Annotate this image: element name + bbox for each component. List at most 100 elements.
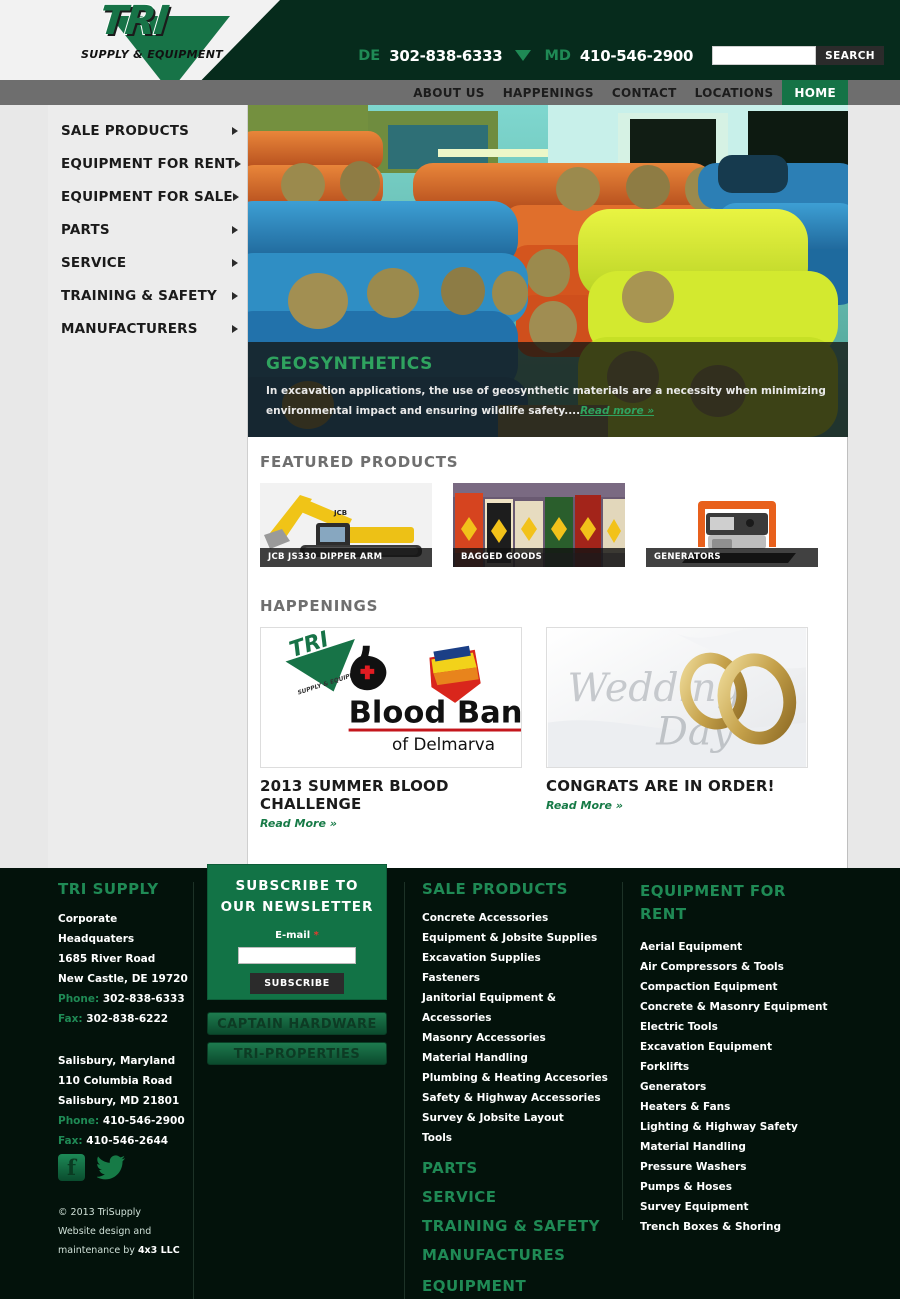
- search-button[interactable]: SEARCH: [816, 46, 884, 65]
- newsletter-email-input[interactable]: [238, 947, 356, 964]
- site-logo[interactable]: TRI SUPPLY & EQUIPMENT: [78, 0, 230, 80]
- footer-heading-sale-products: SALE PRODUCTS: [422, 880, 568, 898]
- captain-hardware-button[interactable]: CAPTAIN HARDWARE: [207, 1012, 387, 1035]
- footer-hq-address-1: 1685 River Road: [58, 953, 156, 965]
- footer-md-fax-value: 410-546-2644: [86, 1135, 169, 1147]
- sidebar-item-parts[interactable]: PARTS: [48, 213, 247, 246]
- sidebar-item-service[interactable]: SERVICE: [48, 246, 247, 279]
- footer-link-material-handling[interactable]: Material Handling: [422, 1048, 617, 1068]
- hero-description: In excavation applications, the use of g…: [266, 381, 830, 421]
- sidebar-item-manufacturers[interactable]: MANUFACTURERS: [48, 312, 247, 345]
- phone-state-de: DE: [358, 47, 381, 64]
- footer-heading-tri-supply: TRI SUPPLY: [58, 880, 159, 898]
- footer-link-fasteners[interactable]: Fasteners: [422, 968, 617, 988]
- footer-link-electric-tools[interactable]: Electric Tools: [640, 1017, 840, 1037]
- svg-text:JCB: JCB: [333, 509, 347, 517]
- footer-link-pumps-hoses[interactable]: Pumps & Hoses: [640, 1177, 840, 1197]
- facebook-icon[interactable]: f: [58, 1154, 85, 1181]
- footer-heading-training-safety[interactable]: TRAINING & SAFETY: [422, 1217, 617, 1235]
- chevron-right-icon: [232, 291, 238, 300]
- tri-properties-button[interactable]: TRI-PROPERTIES: [207, 1042, 387, 1065]
- happening-card-blood-challenge[interactable]: TRI SUPPLY & EQUIPMENT Blood Ban of Delm…: [260, 627, 522, 830]
- hero-banner[interactable]: GEOSYNTHETICS In excavation applications…: [248, 105, 848, 437]
- footer-hq-phone: Phone: 302-838-6333: [58, 989, 188, 1009]
- copyright-text: © 2013 TriSupply: [58, 1207, 142, 1218]
- footer-link-excavation-equipment[interactable]: Excavation Equipment: [640, 1037, 840, 1057]
- footer-link-compaction-equipment[interactable]: Compaction Equipment: [640, 977, 840, 997]
- footer-link-tools[interactable]: Tools: [422, 1128, 617, 1148]
- footer-link-trench-boxes-shoring[interactable]: Trench Boxes & Shoring: [640, 1217, 840, 1237]
- credit-company[interactable]: 4x3 LLC: [138, 1245, 180, 1256]
- site-header: TRI SUPPLY & EQUIPMENT DE 302-838-6333 M…: [0, 0, 900, 80]
- phone-number-de[interactable]: 302-838-6333: [389, 47, 503, 65]
- primary-nav: ABOUT US HAPPENINGS CONTACT LOCATIONS HO…: [0, 80, 900, 105]
- sidebar-item-training-and-safety[interactable]: TRAINING & SAFETY: [48, 279, 247, 312]
- footer-link-air-compressors-tools[interactable]: Air Compressors & Tools: [640, 957, 840, 977]
- footer-link-concrete-accessories[interactable]: Concrete Accessories: [422, 908, 617, 928]
- phone-number-md[interactable]: 410-546-2900: [580, 47, 694, 65]
- social-links: f: [58, 1154, 127, 1181]
- logo-tagline: SUPPLY & EQUIPMENT: [81, 48, 224, 61]
- footer-link-forklifts[interactable]: Forklifts: [640, 1057, 840, 1077]
- happening-read-more-link[interactable]: Read More »: [260, 817, 522, 830]
- footer-divider-3: [622, 882, 623, 1220]
- footer-divider-2: [404, 882, 405, 1299]
- footer-link-lighting-highway-safety[interactable]: Lighting & Highway Safety: [640, 1117, 840, 1137]
- nav-item-locations[interactable]: LOCATIONS: [686, 80, 783, 105]
- nav-item-home[interactable]: HOME: [782, 80, 848, 105]
- product-card-excavator[interactable]: JCB JCB JS330 DIPPER ARM: [260, 483, 432, 567]
- footer-md-phone-label: Phone:: [58, 1115, 100, 1127]
- happening-card-congrats[interactable]: Wedding Day CONGRATS ARE IN ORDER! Read …: [546, 627, 808, 830]
- footer-heading-parts[interactable]: PARTS: [422, 1159, 617, 1177]
- footer-hq-phone-value[interactable]: 302-838-6333: [103, 993, 185, 1005]
- happenings-title: HAPPENINGS: [260, 597, 379, 615]
- nav-item-happenings[interactable]: HAPPENINGS: [494, 80, 603, 105]
- happening-read-more-link[interactable]: Read More »: [546, 799, 808, 812]
- search-input[interactable]: [712, 46, 817, 65]
- sidebar-item-label: MANUFACTURERS: [61, 320, 198, 337]
- product-card-bagged-goods[interactable]: BAGGED GOODS: [453, 483, 625, 567]
- footer-heading-service[interactable]: SERVICE: [422, 1188, 617, 1206]
- footer-hq-address-2: New Castle, DE 19720: [58, 973, 188, 985]
- sidebar-item-label: SERVICE: [61, 254, 127, 271]
- footer-link-plumbing-heating[interactable]: Plumbing & Heating Accesories: [422, 1068, 617, 1088]
- nav-item-contact[interactable]: CONTACT: [603, 80, 686, 105]
- footer-link-generators[interactable]: Generators: [640, 1077, 840, 1097]
- footer-link-masonry-accessories[interactable]: Masonry Accessories: [422, 1028, 617, 1048]
- sidebar-item-label: SALE PRODUCTS: [61, 122, 190, 139]
- footer-md-phone-value[interactable]: 410-546-2900: [103, 1115, 185, 1127]
- footer-link-safety-highway[interactable]: Safety & Highway Accessories: [422, 1088, 617, 1108]
- footer-link-aerial-equipment[interactable]: Aerial Equipment: [640, 937, 840, 957]
- sidebar-item-sale-products[interactable]: SALE PRODUCTS: [48, 114, 247, 147]
- footer-hq-fax: Fax: 302-838-6222: [58, 1009, 188, 1029]
- happenings-list: TRI SUPPLY & EQUIPMENT Blood Ban of Delm…: [248, 627, 848, 830]
- page-gutter-left: [0, 105, 48, 868]
- triangle-divider-icon: [515, 50, 532, 61]
- footer-link-janitorial-equipment[interactable]: Janitorial Equipment & Accessories: [422, 988, 617, 1028]
- footer-link-equipment-jobsite-supplies[interactable]: Equipment & Jobsite Supplies: [422, 928, 617, 948]
- footer-link-survey-equipment[interactable]: Survey Equipment: [640, 1197, 840, 1217]
- sidebar-item-equipment-for-sale[interactable]: EQUIPMENT FOR SALE: [48, 180, 247, 213]
- nav-item-about-us[interactable]: ABOUT US: [404, 80, 494, 105]
- footer-link-concrete-masonry-equipment[interactable]: Concrete & Masonry Equipment: [640, 997, 840, 1017]
- blood-bank-logo: TRI SUPPLY & EQUIPMENT Blood Ban of Delm…: [261, 628, 521, 767]
- footer-link-pressure-washers[interactable]: Pressure Washers: [640, 1157, 840, 1177]
- footer-column-tri-supply: TRI SUPPLY Corporate Headquaters 1685 Ri…: [58, 880, 188, 1151]
- featured-products-list: JCB JCB JS330 DIPPER ARM BAGGED GOODS GE…: [248, 483, 848, 567]
- twitter-icon[interactable]: [97, 1154, 127, 1181]
- chevron-right-icon: [232, 225, 238, 234]
- footer-md-address-2: Salisbury, MD 21801: [58, 1095, 180, 1107]
- footer-heading-equipment-for-sale[interactable]: EQUIPMENT FOR SALE: [422, 1277, 562, 1299]
- footer-link-survey-jobsite-layout[interactable]: Survey & Jobsite Layout: [422, 1108, 617, 1128]
- header-contact-bar: DE 302-838-6333 MD 410-546-2900 SEARCH: [358, 46, 884, 65]
- footer-link-excavation-supplies[interactable]: Excavation Supplies: [422, 948, 617, 968]
- hero-read-more-link[interactable]: Read more »: [580, 405, 654, 417]
- footer-heading-manufactures[interactable]: MANUFACTURES: [422, 1246, 617, 1264]
- sidebar-item-equipment-for-rent[interactable]: EQUIPMENT FOR RENT: [48, 147, 247, 180]
- sidebar-item-label: EQUIPMENT FOR SALE: [61, 188, 233, 205]
- footer-link-heaters-fans[interactable]: Heaters & Fans: [640, 1097, 840, 1117]
- product-card-generators[interactable]: GENERATORS: [646, 483, 818, 567]
- footer-link-material-handling-rent[interactable]: Material Handling: [640, 1137, 840, 1157]
- newsletter-subscribe-button[interactable]: SUBSCRIBE: [250, 973, 344, 994]
- logo-brand-text: TRI: [97, 0, 171, 45]
